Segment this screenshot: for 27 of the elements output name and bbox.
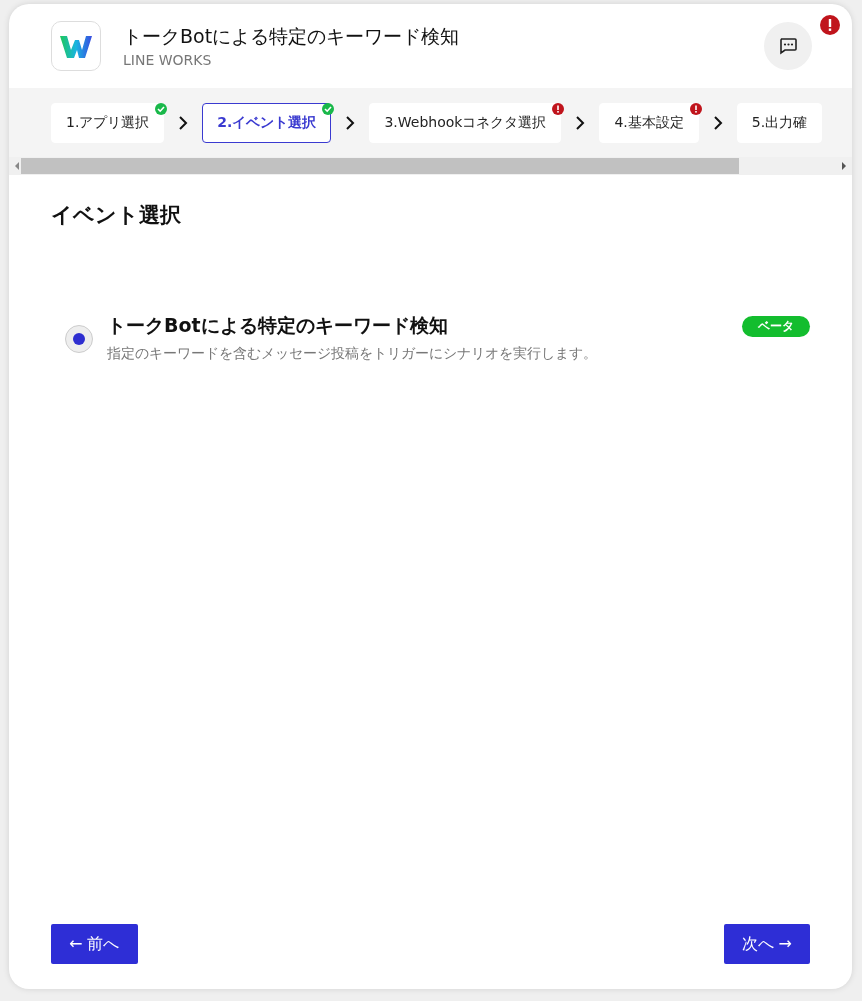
- step-tab[interactable]: 4.基本設定: [599, 103, 699, 143]
- option-description: 指定のキーワードを含むメッセージ投稿をトリガーにシナリオを実行します。: [107, 345, 598, 363]
- app-subtitle: LINE WORKS: [123, 52, 213, 68]
- step-tab[interactable]: 3.Webhookコネクタ選択: [369, 103, 562, 143]
- step-tab[interactable]: 1.アプリ選択: [51, 103, 165, 143]
- horizontal-scrollbar[interactable]: [9, 157, 852, 175]
- error-icon: [689, 103, 702, 115]
- chat-button[interactable]: [764, 22, 812, 70]
- error-icon: [552, 103, 565, 115]
- chevron-right-icon: [345, 116, 356, 130]
- chevron-right-icon: [712, 116, 723, 130]
- section-title: イベント選択: [51, 202, 182, 229]
- radio-button[interactable]: [65, 325, 93, 353]
- check-icon: [155, 103, 168, 115]
- step-tab[interactable]: 2.イベント選択: [202, 103, 332, 143]
- option-title: トークBotによる特定のキーワード検知: [107, 313, 448, 338]
- chevron-right-icon: [575, 116, 586, 130]
- back-button[interactable]: ← 前へ: [51, 924, 138, 964]
- check-icon: [322, 103, 335, 115]
- chevron-right-icon: [178, 116, 189, 130]
- chat-icon: [778, 37, 798, 55]
- beta-badge: ベータ: [742, 315, 810, 337]
- app-logo-icon: [51, 21, 101, 71]
- step-tab[interactable]: 5.出力確: [736, 103, 823, 143]
- next-button[interactable]: 次へ →: [723, 924, 810, 964]
- alert-icon: [820, 15, 840, 35]
- app-title: トークBotによる特定のキーワード検知: [123, 24, 461, 49]
